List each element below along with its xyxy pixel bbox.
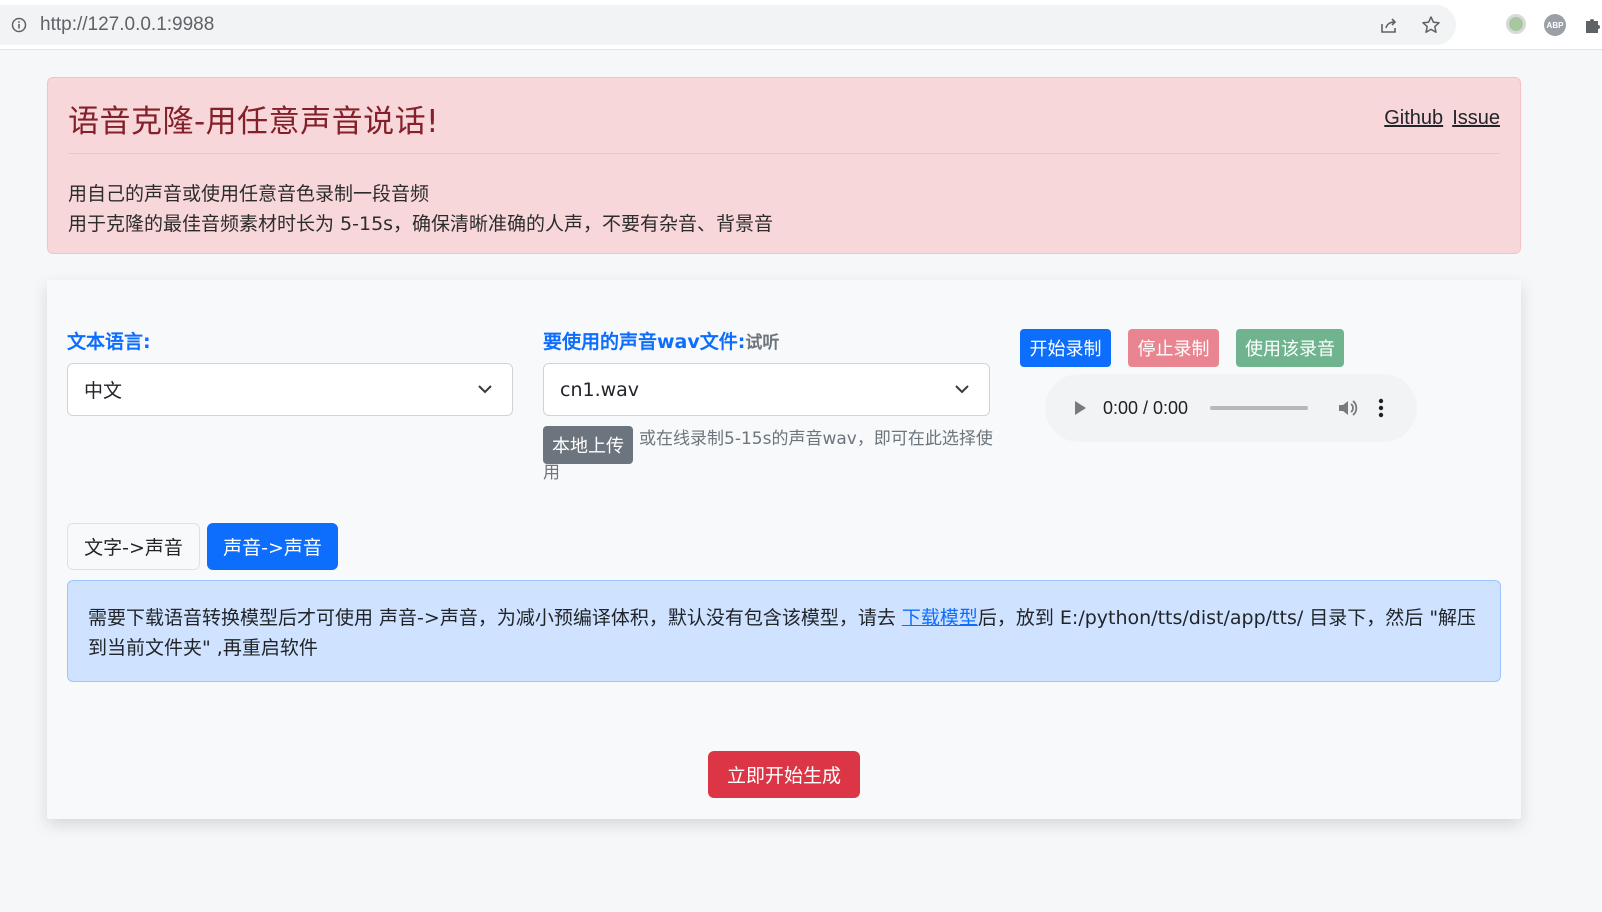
tab-speech-to-speech[interactable]: 声音->声音 — [207, 523, 338, 570]
voice-file-label-text: 要使用的声音wav文件: — [543, 331, 746, 353]
chevron-down-icon — [476, 380, 494, 398]
audio-seek-bar[interactable] — [1210, 406, 1309, 410]
audio-player: 0:00 / 0:00 — [1045, 374, 1417, 442]
stop-recording-button[interactable]: 停止录制 — [1128, 329, 1219, 367]
voice-file-select[interactable]: cn1.wav — [543, 363, 990, 416]
extensions-puzzle-icon[interactable] — [1584, 14, 1602, 36]
chevron-down-icon — [953, 380, 971, 398]
browser-toolbar: http://127.0.0.1:9988 ABP — [0, 0, 1602, 50]
intro-line-2: 用于克隆的最佳音频素材时长为 5-15s，确保清晰准确的人声，不要有杂音、背景音 — [68, 213, 774, 235]
start-generate-button[interactable]: 立即开始生成 — [708, 751, 860, 798]
start-recording-button[interactable]: 开始录制 — [1020, 329, 1111, 367]
tab-text-to-speech[interactable]: 文字->声音 — [67, 523, 200, 570]
language-select-value: 中文 — [84, 380, 123, 402]
header-alert: 语音克隆-用任意声音说话! Github Issue 用自己的声音或使用任意音色… — [47, 77, 1521, 254]
extension-green-icon[interactable] — [1506, 14, 1526, 34]
play-icon[interactable] — [1071, 399, 1089, 417]
voice-file-label: 要使用的声音wav文件:试听 — [543, 327, 779, 354]
bookmark-star-icon[interactable] — [1420, 14, 1442, 36]
use-recording-button[interactable]: 使用该录音 — [1236, 329, 1344, 367]
address-bar[interactable]: http://127.0.0.1:9988 — [0, 5, 1456, 45]
adblock-extension-icon[interactable]: ABP — [1544, 14, 1566, 36]
url-text[interactable]: http://127.0.0.1:9988 — [40, 14, 214, 36]
more-options-icon[interactable] — [1378, 398, 1384, 418]
intro-line-1: 用自己的声音或使用任意音色录制一段音频 — [68, 183, 430, 205]
page-title: 语音克隆-用任意声音说话! — [68, 104, 440, 140]
preview-link[interactable]: 试听 — [745, 333, 779, 353]
notice-text-before: 需要下载语音转换模型后才可使用 声音->声音，为减小预编译体积，默认没有包含该模… — [88, 607, 902, 629]
download-model-link[interactable]: 下载模型 — [902, 607, 978, 629]
audio-time: 0:00 / 0:00 — [1103, 397, 1189, 418]
github-link[interactable]: Github — [1384, 107, 1443, 130]
main-card: 文本语言: 中文 要使用的声音wav文件:试听 cn1.wav 本地上传 或在线… — [47, 280, 1521, 819]
language-label: 文本语言: — [67, 331, 151, 353]
volume-icon[interactable] — [1336, 397, 1358, 419]
share-icon[interactable] — [1378, 14, 1400, 36]
issue-link[interactable]: Issue — [1452, 107, 1500, 130]
language-select[interactable]: 中文 — [67, 363, 513, 416]
upload-hint-tail: 用 — [543, 463, 560, 483]
voice-file-select-value: cn1.wav — [560, 378, 640, 401]
site-info-icon[interactable] — [10, 16, 28, 34]
info-notice: 需要下载语音转换模型后才可使用 声音->声音，为减小预编译体积，默认没有包含该模… — [67, 580, 1501, 682]
header-divider — [68, 153, 1500, 154]
upload-hint: 或在线录制5-15s的声音wav，即可在此选择使 — [639, 429, 993, 449]
header-links: Github Issue — [1384, 107, 1500, 130]
